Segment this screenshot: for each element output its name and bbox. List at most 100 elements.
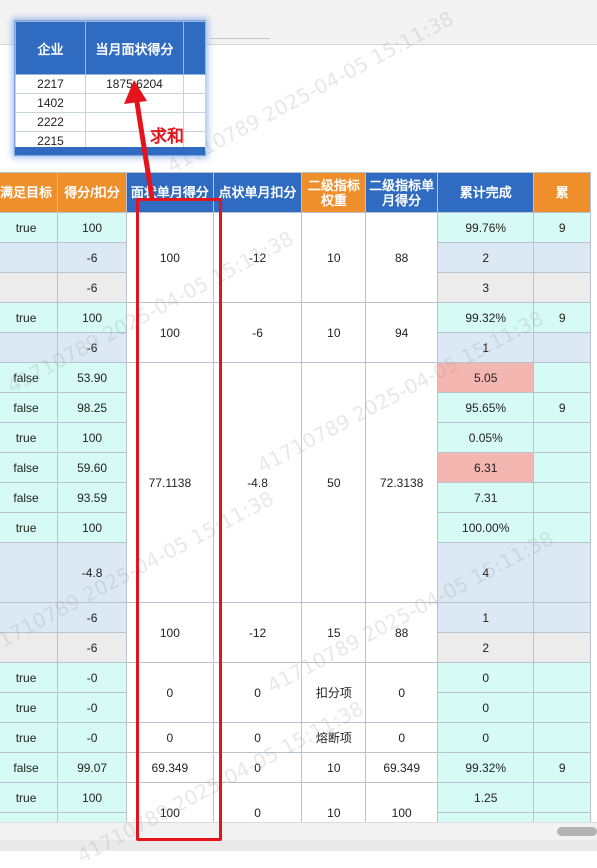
cell-extra[interactable] <box>533 512 591 543</box>
cell-cumulative[interactable]: 6.31 <box>437 452 535 483</box>
cell-score[interactable]: -6 <box>57 332 128 363</box>
blank-cell[interactable] <box>183 112 206 132</box>
header-enterprise[interactable]: 企业 <box>15 21 86 75</box>
cell-cumulative[interactable]: 99.76% <box>437 212 535 243</box>
cell-cumulative[interactable]: 1 <box>437 602 535 633</box>
header-blank[interactable] <box>183 21 206 75</box>
cell-level2-score[interactable]: 94 <box>365 302 439 363</box>
cell-level2-score[interactable]: 100 <box>365 782 439 822</box>
cell-score[interactable]: -6 <box>57 272 128 303</box>
cell-score[interactable]: -6 <box>57 242 128 273</box>
cell-level2-score[interactable]: 72.3138 <box>365 362 439 603</box>
header-level2-monthly-score[interactable]: 二级指标单月得分 <box>365 172 439 213</box>
cell-extra[interactable] <box>533 422 591 453</box>
cell-cumulative[interactable]: 0.05% <box>437 422 535 453</box>
cell-cumulative[interactable]: 99.32% <box>437 302 535 333</box>
cell-extra[interactable] <box>533 692 591 723</box>
cell-target[interactable]: false <box>0 392 59 423</box>
blank-cell[interactable] <box>183 93 206 113</box>
cell-weight[interactable]: 50 <box>301 362 367 603</box>
cell-extra[interactable] <box>533 362 591 393</box>
cell-target[interactable] <box>0 242 59 273</box>
cell-cumulative[interactable]: 95.65% <box>437 392 535 423</box>
cell-extra[interactable] <box>533 542 591 603</box>
cell-cumulative[interactable] <box>437 812 535 822</box>
enterprise-id[interactable]: 2217 <box>15 74 86 94</box>
cell-extra[interactable] <box>533 662 591 693</box>
cell-extra[interactable]: 9 <box>533 212 591 243</box>
cell-target[interactable]: true <box>0 692 59 723</box>
cell-score[interactable]: -0 <box>57 722 128 753</box>
horizontal-scrollbar[interactable] <box>0 822 597 840</box>
cell-cumulative[interactable]: 100.00% <box>437 512 535 543</box>
cell-target[interactable] <box>0 332 59 363</box>
cell-cumulative[interactable]: 5.05 <box>437 362 535 393</box>
cell-point-deduct[interactable]: 0 <box>212 752 303 783</box>
cell-extra[interactable] <box>533 482 591 513</box>
cell-extra[interactable]: 9 <box>533 392 591 423</box>
cell-target[interactable]: true <box>0 512 59 543</box>
cell-point-deduct[interactable]: 0 <box>212 722 303 753</box>
cell-cumulative[interactable]: 0 <box>437 692 535 723</box>
header-score-deduct[interactable]: 得分/扣分 <box>57 172 128 213</box>
cell-cumulative[interactable]: 4 <box>437 542 535 603</box>
cell-target[interactable]: true <box>0 722 59 753</box>
cell-target[interactable]: false <box>0 482 59 513</box>
cell-target[interactable]: false <box>0 362 59 393</box>
cell-cumulative[interactable]: 0 <box>437 662 535 693</box>
cell-score[interactable]: 53.90 <box>57 362 128 393</box>
cell-target[interactable] <box>0 812 59 822</box>
cell-score[interactable]: -6 <box>57 632 128 663</box>
month-area-score[interactable] <box>85 93 184 113</box>
cell-extra[interactable] <box>533 782 591 813</box>
cell-target[interactable]: false <box>0 752 59 783</box>
cell-extra[interactable] <box>533 722 591 753</box>
cell-score[interactable]: 59.60 <box>57 452 128 483</box>
cell-point-deduct[interactable]: -6 <box>212 302 303 363</box>
cell-level2-score[interactable]: 88 <box>365 212 439 303</box>
cell-extra[interactable] <box>533 332 591 363</box>
cell-target[interactable]: true <box>0 422 59 453</box>
cell-score[interactable]: 100 <box>57 512 128 543</box>
cell-extra[interactable] <box>533 272 591 303</box>
cell-score[interactable]: 100 <box>57 782 128 813</box>
cell-score[interactable]: -0 <box>57 662 128 693</box>
cell-score[interactable]: -4.8 <box>57 542 128 603</box>
cell-point-deduct[interactable]: -12 <box>212 212 303 303</box>
cell-extra[interactable] <box>533 242 591 273</box>
cell-target[interactable]: false <box>0 452 59 483</box>
cell-weight[interactable]: 10 <box>301 782 367 822</box>
cell-level2-score[interactable]: 0 <box>365 722 439 753</box>
cell-point-deduct[interactable]: -12 <box>212 602 303 663</box>
cell-weight[interactable]: 15 <box>301 602 367 663</box>
cell-cumulative[interactable]: 2 <box>437 242 535 273</box>
cell-extra[interactable]: 9 <box>533 752 591 783</box>
enterprise-id[interactable]: 1402 <box>15 93 86 113</box>
cell-extra[interactable]: 9 <box>533 302 591 333</box>
cell-target[interactable] <box>0 602 59 633</box>
cell-extra[interactable] <box>533 812 591 822</box>
cell-point-deduct[interactable]: 0 <box>212 782 303 822</box>
cell-weight[interactable]: 10 <box>301 752 367 783</box>
cell-level2-score[interactable]: 0 <box>365 662 439 723</box>
blank-cell[interactable] <box>183 74 206 94</box>
cell-cumulative[interactable]: 2 <box>437 632 535 663</box>
header-cumulative-completion[interactable]: 累计完成 <box>437 172 535 213</box>
cell-target[interactable] <box>0 632 59 663</box>
cell-score[interactable]: 100 <box>57 422 128 453</box>
cell-weight[interactable]: 扣分项 <box>301 662 367 723</box>
cell-score[interactable]: 98.25 <box>57 392 128 423</box>
cell-score[interactable]: 100 <box>57 212 128 243</box>
cell-score[interactable]: 99.07 <box>57 752 128 783</box>
cell-point-deduct[interactable]: 0 <box>212 662 303 723</box>
cell-weight[interactable]: 熔断项 <box>301 722 367 753</box>
header-level2-weight[interactable]: 二级指标权重 <box>301 172 367 213</box>
header-target-met[interactable]: 满足目标 <box>0 172 59 213</box>
cell-weight[interactable]: 10 <box>301 212 367 303</box>
month-area-score[interactable]: 1875.6204 <box>85 74 184 94</box>
cell-target[interactable] <box>0 272 59 303</box>
cell-score[interactable]: -0 <box>57 692 128 723</box>
cell-level2-score[interactable]: 69.349 <box>365 752 439 783</box>
cell-target[interactable]: true <box>0 782 59 813</box>
cell-target[interactable]: true <box>0 212 59 243</box>
